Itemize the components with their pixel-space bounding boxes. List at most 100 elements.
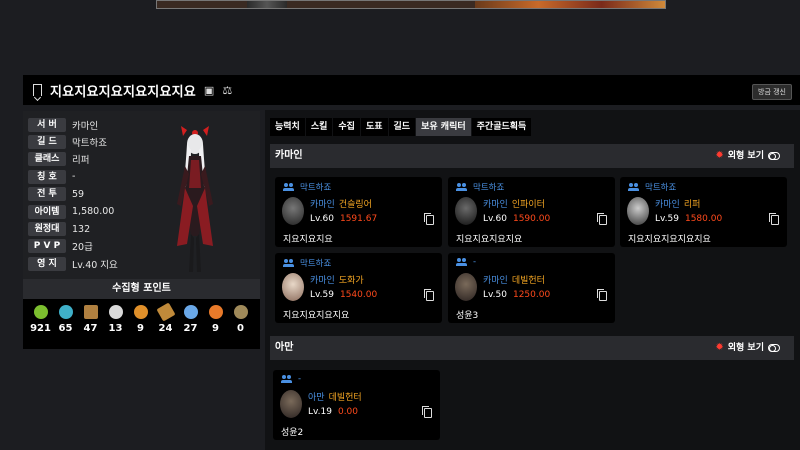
collection-item[interactable]: 0 <box>228 305 253 334</box>
banner-art-left <box>247 1 287 8</box>
stat-value: 막트하죠 <box>72 138 107 150</box>
server-label: 카마인 <box>483 276 508 286</box>
guild-name: - <box>298 374 302 384</box>
server-label: 아만 <box>308 393 325 403</box>
server-header-kamain: 카마인 ✹ 외형 보기 <box>270 144 794 168</box>
copy-icon[interactable] <box>597 289 607 301</box>
server-class: 카마인 데빌헌터 <box>483 273 545 286</box>
stat-key: P V P <box>28 239 66 254</box>
collection-count: 65 <box>58 323 73 334</box>
world-tree-leaf-icon <box>208 305 223 319</box>
server-class: 아만 데빌헌터 <box>308 390 362 403</box>
collection-item[interactable]: 24 <box>153 302 178 334</box>
mokoko-seed-icon <box>33 305 48 319</box>
guild-row: 막트하죠 <box>628 181 676 193</box>
collection-count: 0 <box>237 323 244 334</box>
users-icon <box>283 183 294 191</box>
class-label: 데빌헌터 <box>328 393 362 403</box>
class-label: 인파이터 <box>511 200 545 210</box>
collection-item[interactable]: 9 <box>203 305 228 334</box>
level-row: Lv.50 1250.00 <box>483 290 550 300</box>
look-label: 외형 보기 <box>727 151 764 161</box>
character-name: 지요지요지요지요 <box>283 311 350 321</box>
level-row: Lv.59 1580.00 <box>655 214 722 224</box>
tab-stats[interactable]: 능력치 <box>270 118 305 136</box>
toggle-icon[interactable] <box>768 344 780 352</box>
copy-icon[interactable] <box>769 213 779 225</box>
tab-guild[interactable]: 길드 <box>388 118 416 136</box>
great-art-icon <box>83 305 98 319</box>
copy-icon[interactable] <box>424 213 434 225</box>
character-card[interactable]: - 카마인 데빌헌터 Lv.50 1250.00 성윤3 <box>448 253 615 323</box>
scale-icon[interactable]: ⚖ <box>222 84 232 97</box>
character-name: 지요지요지요지요지요 <box>628 235 711 245</box>
look-toggle[interactable]: ✹ 외형 보기 <box>715 336 780 360</box>
copy-icon[interactable] <box>424 289 434 301</box>
stat-key: 원정대 <box>28 222 66 237</box>
guild-name: 막트하죠 <box>645 183 677 193</box>
character-card[interactable]: 막트하죠 카마인 리퍼 Lv.59 1580.00 지요지요지요지요지요 <box>620 177 787 247</box>
stat-key: 아이템 <box>28 204 66 219</box>
bookmark-icon[interactable] <box>33 84 42 96</box>
character-header: 지요지요지요지요지요지요 ▣ ⚖ 방금 갱신 <box>23 75 800 105</box>
stat-row-combat: 전 투 59 <box>28 186 118 203</box>
sea-bounty-icon <box>183 305 198 319</box>
collection-count: 9 <box>137 323 144 334</box>
collection-count: 9 <box>212 323 219 334</box>
tab-weekly-gold[interactable]: 주간골드획득 <box>471 118 532 136</box>
toggle-icon[interactable] <box>768 152 780 160</box>
profile-panel: 서 버 카마인 길 드 막트하죠 클래스 리퍼 칭 호- 전 투 59 아이템 1,580… <box>23 111 260 281</box>
top-banner-ad[interactable] <box>156 0 666 9</box>
tab-characters[interactable]: 보유 캐릭터 <box>416 118 471 136</box>
left-panel: 서 버 카마인 길 드 막트하죠 클래스 리퍼 칭 호- 전 투 59 아이템 1,580… <box>23 108 260 450</box>
level-row: Lv.60 1590.00 <box>483 214 550 224</box>
collection-item[interactable]: 921 <box>28 305 53 334</box>
server-header-aman: 아만 ✹ 외형 보기 <box>270 336 794 360</box>
collection-item[interactable]: 9 <box>128 305 153 334</box>
level-row: Lv.60 1591.67 <box>310 214 377 224</box>
collection-item[interactable]: 47 <box>78 305 103 334</box>
avatar <box>282 197 304 225</box>
renew-button[interactable]: 방금 갱신 <box>752 84 792 100</box>
tab-collection[interactable]: 수집 <box>333 118 360 136</box>
character-name: 지요지요지요 <box>283 235 333 245</box>
copy-icon[interactable] <box>597 213 607 225</box>
stat-row-pvp: P V P 20급 <box>28 238 118 255</box>
collection-count: 24 <box>158 323 173 334</box>
avatar <box>455 273 477 301</box>
collection-points: 수집형 포인트 921 65 47 13 9 24 27 9 0 <box>23 279 260 349</box>
collection-item[interactable]: 13 <box>103 305 128 334</box>
server-label: 카마인 <box>483 200 508 210</box>
stat-value: 리퍼 <box>72 155 90 167</box>
server-class: 카마인 도화가 <box>310 273 364 286</box>
collection-list: 921 65 47 13 9 24 27 9 0 <box>23 299 260 334</box>
copy-icon[interactable] <box>422 406 432 418</box>
item-level: 0.00 <box>337 407 359 417</box>
tab-skills[interactable]: 스킬 <box>305 118 333 136</box>
character-card[interactable]: 막트하죠 카마인 인파이터 Lv.60 1590.00 지요지요지요지요 <box>448 177 615 247</box>
guild-row: 막트하죠 <box>456 181 504 193</box>
character-card[interactable]: 막트하죠 카마인 도화가 Lv.59 1540.00 지요지요지요지요 <box>275 253 442 323</box>
stat-list: 서 버 카마인 길 드 막트하죠 클래스 리퍼 칭 호- 전 투 59 아이템 1,580… <box>28 116 118 273</box>
look-toggle[interactable]: ✹ 외형 보기 <box>715 144 780 168</box>
item-level: 1590.00 <box>512 214 551 224</box>
collection-count: 921 <box>30 323 51 334</box>
ignea-token-icon <box>133 305 148 319</box>
collection-item[interactable]: 27 <box>178 305 203 334</box>
tab-charts[interactable]: 도표 <box>360 118 388 136</box>
level-row: Lv.59 1540.00 <box>310 290 377 300</box>
stat-value: 132 <box>72 223 91 235</box>
stat-key: 영 지 <box>28 256 66 271</box>
look-label: 외형 보기 <box>727 343 764 353</box>
level: Lv.19 <box>308 407 332 417</box>
stat-row-guild: 길 드 막트하죠 <box>28 133 118 150</box>
character-card[interactable]: - 아만 데빌헌터 Lv.19 0.00 성윤2 <box>273 370 440 440</box>
collection-title: 수집형 포인트 <box>23 279 260 299</box>
collection-item[interactable]: 65 <box>53 305 78 334</box>
stat-row-expedition: 원정대 132 <box>28 220 118 237</box>
sun-icon: ✹ <box>715 342 724 353</box>
id-card-icon[interactable]: ▣ <box>204 84 214 97</box>
guild-row: 막트하죠 <box>283 257 331 269</box>
character-card[interactable]: 막트하죠 카마인 건슬링어 Lv.60 1591.67 지요지요지요 <box>275 177 442 247</box>
item-level: 1540.00 <box>339 290 378 300</box>
